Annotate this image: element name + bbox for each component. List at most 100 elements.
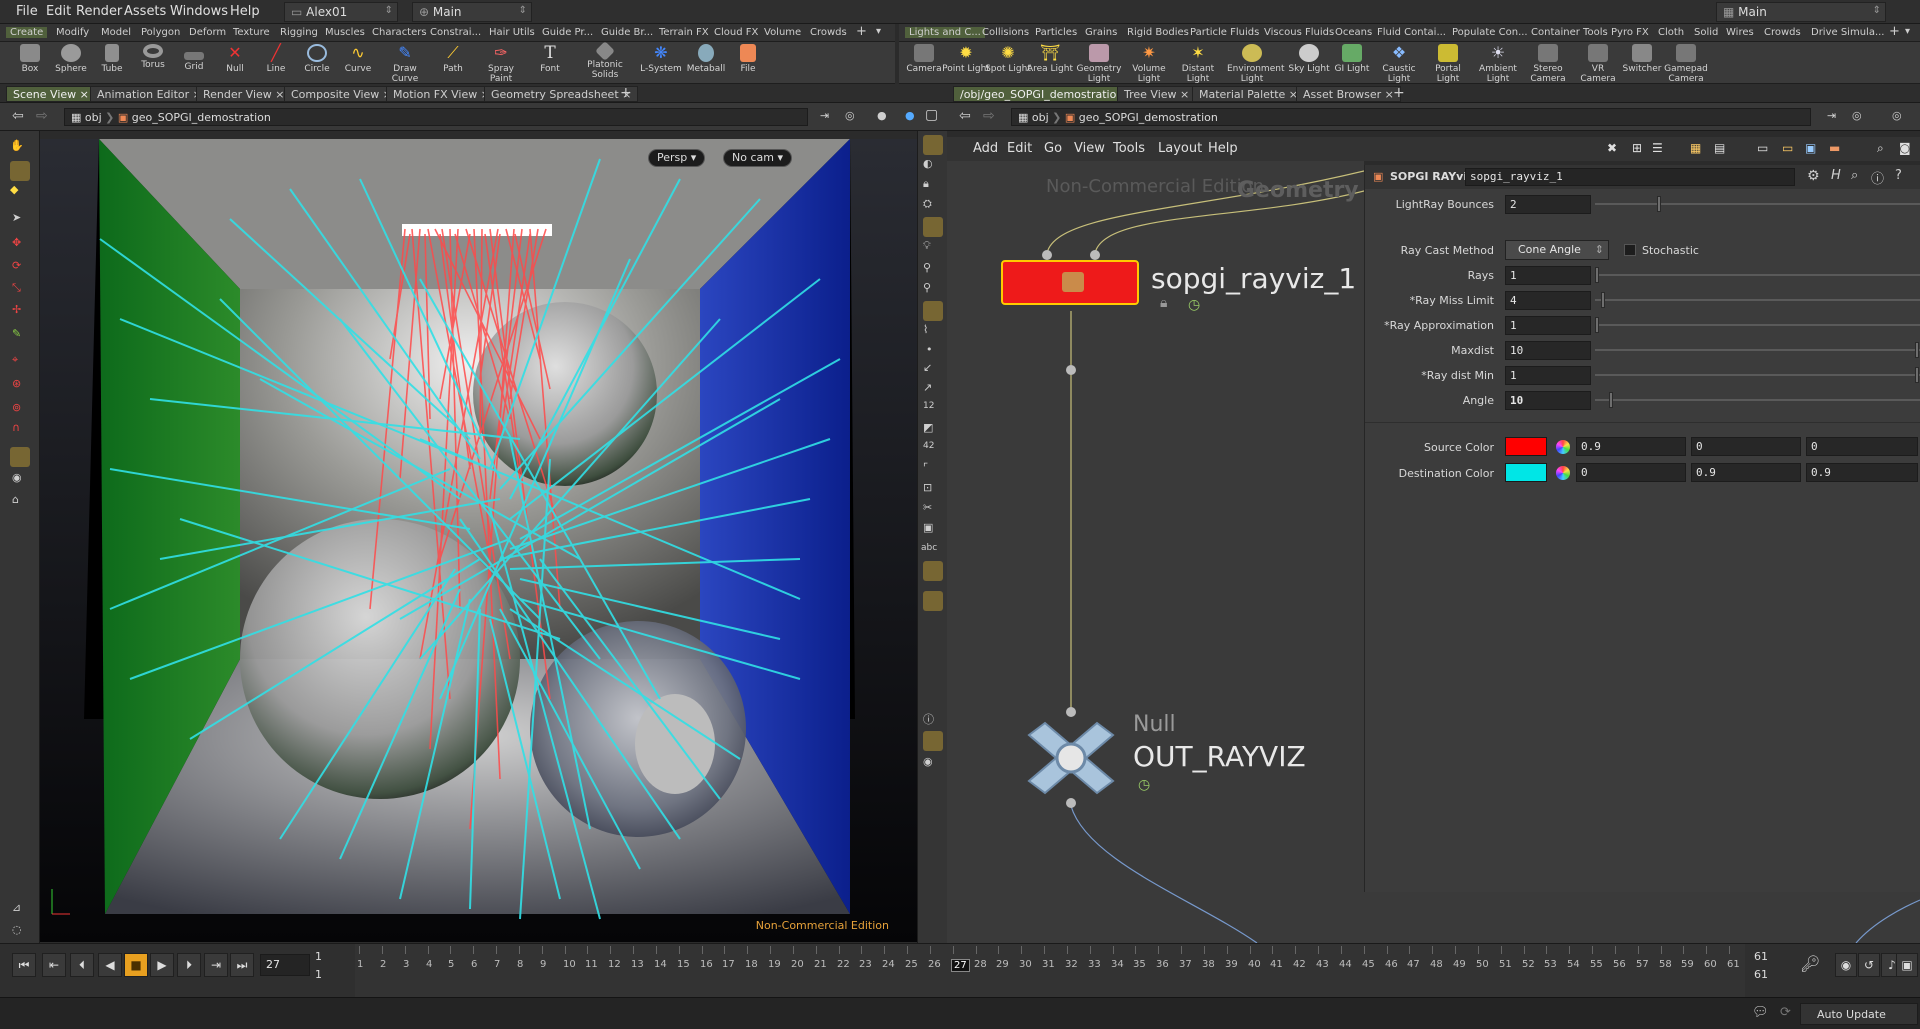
rays-slider[interactable] (1595, 267, 1920, 283)
box-display-icon[interactable]: ▣ (923, 521, 943, 541)
view-tool-icon[interactable] (10, 447, 30, 467)
snap-icon[interactable]: ⌖ (12, 353, 32, 373)
path-node[interactable]: geo_SOPGI_demostration (1079, 111, 1218, 124)
output-connector[interactable] (1066, 798, 1076, 808)
shelf-tab[interactable]: Rigging (280, 27, 318, 38)
tool-vr-camera[interactable]: VR Camera (1573, 44, 1623, 84)
vector-icon[interactable]: ↗ (923, 381, 943, 401)
tool-gamepad-camera[interactable]: Gamepad Camera (1661, 44, 1711, 84)
point-number-icon[interactable]: 12 (923, 401, 943, 421)
render-region-icon[interactable]: ⌂ (12, 493, 32, 513)
node-name-field[interactable]: sopgi_rayviz_1 (1465, 168, 1795, 186)
tool-gi-light[interactable]: GI Light (1327, 44, 1377, 74)
scale-icon[interactable]: ⤡ (12, 281, 32, 301)
slider-knob[interactable] (1609, 392, 1613, 408)
timeline-ruler[interactable]: 1 2 3 4 5 6 7 8 9 10 11 12 13 14 15 16 17 18 19 20 21 22 23 24 2… (355, 944, 1745, 998)
input-connector[interactable] (1090, 250, 1100, 260)
slider-knob[interactable] (1595, 267, 1599, 283)
brush-icon[interactable]: ✎ (12, 327, 32, 347)
source-color-swatch[interactable] (1505, 437, 1547, 456)
shelf-tab[interactable]: Grains (1085, 27, 1117, 38)
path-field[interactable]: ▦ obj ❯ ▣ geo_SOPGI_demostration (1011, 108, 1811, 126)
shelf-tab[interactable]: Fluid Contai... (1377, 27, 1446, 38)
shelf-tab[interactable]: Modify (56, 27, 89, 38)
source-color-g[interactable]: 0 (1691, 437, 1801, 456)
color-wheel-icon[interactable] (1556, 466, 1570, 480)
destination-color-g[interactable]: 0.9 (1691, 463, 1801, 482)
tool-portal-light[interactable]: Portal Light (1423, 44, 1473, 84)
text-icon[interactable]: abc (921, 543, 941, 563)
wireframe-icon[interactable]: ⌇ (923, 323, 943, 343)
shelf-tab[interactable]: Particle Fluids (1190, 27, 1259, 38)
loop-icon[interactable]: ↺ (1858, 953, 1880, 977)
node-sopgi-rayviz[interactable] (1001, 260, 1139, 305)
realtime-icon[interactable]: ◉ (1835, 953, 1857, 977)
input-connector[interactable] (1042, 250, 1052, 260)
source-color-r[interactable]: 0.9 (1576, 437, 1686, 456)
shelf-tab[interactable]: Pyro FX (1611, 27, 1649, 38)
shelf-tab[interactable]: Crowds (1764, 27, 1801, 38)
slider-knob[interactable] (1657, 196, 1661, 212)
shelf-tab[interactable]: Terrain FX (659, 27, 709, 38)
link-icon[interactable]: ◎ (845, 109, 855, 122)
current-frame-field[interactable]: 27 (260, 954, 310, 976)
pin-icon[interactable]: ⇥ (820, 109, 829, 122)
light-bounces-field[interactable]: 2 (1505, 195, 1591, 214)
shelf-tab[interactable]: Particles (1035, 27, 1077, 38)
step-forward-icon[interactable]: ⏵ (177, 953, 201, 977)
render-icon[interactable]: ◌ (12, 923, 32, 943)
gear-icon[interactable]: ⚙ (1807, 168, 1820, 184)
tab-motion-fx-view[interactable]: Motion FX View × (386, 86, 497, 102)
shelf-tab[interactable]: Constrai... (430, 27, 481, 38)
add-shelf-icon[interactable]: + (856, 24, 867, 39)
transform-icon[interactable] (10, 161, 30, 181)
tool-font[interactable]: T Font (525, 44, 575, 74)
stop-icon[interactable]: ■ (124, 953, 148, 977)
auto-update-dropdown[interactable]: Auto Update (1800, 1003, 1918, 1025)
approximation-slider[interactable] (1595, 317, 1920, 333)
menu-file[interactable]: File (16, 4, 38, 19)
menu-assets[interactable]: Assets (124, 4, 166, 19)
add-tab-icon[interactable]: + (1393, 85, 1405, 101)
path-root[interactable]: obj (85, 111, 102, 124)
tab-composite-view[interactable]: Composite View × (284, 86, 400, 102)
cut-icon[interactable]: ✂ (923, 501, 943, 521)
shade-icon[interactable]: ● (877, 109, 887, 122)
pin-marker-icon[interactable] (923, 591, 943, 611)
help-icon[interactable]: ? (1895, 168, 1902, 183)
sticky-note-icon[interactable]: ▭ (1782, 141, 1793, 155)
path-node[interactable]: geo_SOPGI_demostration (132, 111, 271, 124)
ray-dist-min-slider[interactable] (1595, 367, 1920, 383)
tool-area-light[interactable]: ⛩ Area Light (1025, 44, 1075, 75)
shelf-tab[interactable]: Collisions (982, 27, 1029, 38)
eye-icon[interactable]: ◉ (923, 755, 943, 775)
shelf-tab[interactable]: Drive Simula... (1811, 27, 1885, 38)
tool-platonic-solids[interactable]: Platonic Solids (580, 41, 630, 80)
path-root[interactable]: obj (1032, 111, 1049, 124)
snap-grid-icon[interactable]: ⊛ (12, 377, 32, 397)
light-icon[interactable]: ⚲ (923, 261, 943, 281)
wrench-icon[interactable]: ✖ (1607, 141, 1617, 155)
scene-viewport[interactable]: Persp ▾ No cam ▾ Non-Commercial Edition (40, 139, 917, 942)
display-options-icon[interactable] (923, 135, 943, 155)
output-connector[interactable] (1066, 365, 1076, 375)
slider-knob[interactable] (1601, 292, 1605, 308)
jump-end-icon[interactable]: ⏭ (230, 953, 254, 977)
pointer-icon[interactable]: ➤ (12, 211, 32, 231)
node2-name[interactable]: OUT_RAYVIZ (1133, 740, 1306, 773)
menu-render[interactable]: Render (76, 4, 122, 19)
global-anim-icon[interactable]: ▣ (1896, 953, 1918, 977)
end-frame-global[interactable]: 61 (1754, 968, 1768, 981)
start-frame[interactable]: 1 (315, 950, 322, 963)
pose-icon[interactable]: ✢ (12, 303, 32, 323)
angle-slider[interactable] (1595, 392, 1920, 408)
shading-icon[interactable] (923, 217, 943, 237)
tab-asset-browser[interactable]: Asset Browser × (1296, 86, 1401, 102)
tool-l-system[interactable]: ❋ L-System (636, 44, 686, 75)
lamp-icon[interactable]: ⛭ (923, 197, 943, 217)
camera-tool-icon[interactable]: ◉ (12, 471, 32, 491)
user-dropdown[interactable]: ▭ Alex01 ⇕ (284, 2, 398, 22)
grid-toggle-icon[interactable] (923, 731, 943, 751)
grid-view-icon[interactable]: ▦ (1690, 141, 1701, 155)
tool-file[interactable]: File (723, 44, 773, 74)
